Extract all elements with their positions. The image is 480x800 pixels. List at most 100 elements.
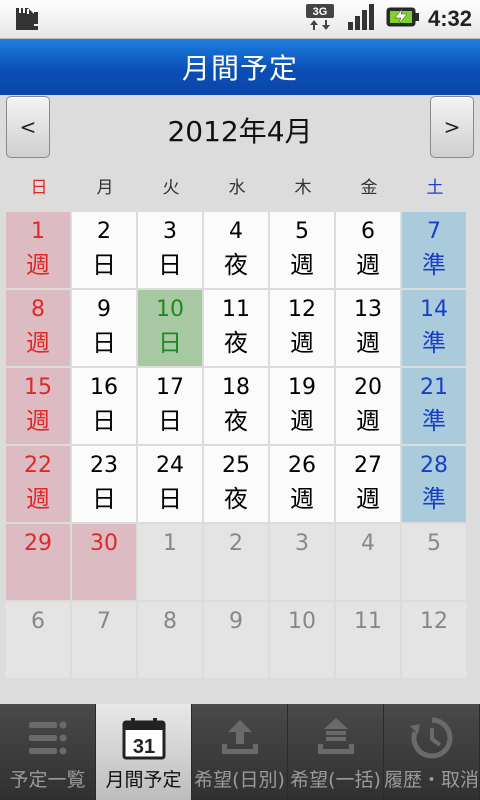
day-cell-next-month[interactable]: 6 [6, 602, 70, 678]
day-cell[interactable]: 21 準 [402, 368, 466, 444]
day-number: 8 [163, 609, 177, 634]
weekday-sat: 土 [426, 178, 444, 198]
day-number: 11 [222, 297, 250, 322]
day-cell-next-month[interactable]: 4 [336, 524, 400, 600]
day-cell[interactable]: 19 週 [270, 368, 334, 444]
shift-label: 日 [158, 407, 182, 435]
day-cell-next-month[interactable]: 10 [270, 602, 334, 678]
day-cell[interactable]: 17 日 [138, 368, 202, 444]
day-cell[interactable]: 25 夜 [204, 446, 268, 522]
day-cell-next-month[interactable]: 5 [402, 524, 466, 600]
tab-label: 予定一覧 [9, 769, 86, 791]
day-cell-next-month[interactable]: 7 [72, 602, 136, 678]
upload-icon [221, 720, 258, 754]
day-cell[interactable]: 27 週 [336, 446, 400, 522]
calendar-grid: 1週 2日 3日 4夜 5週 6週 7準 8週 9日 10 日 11 夜 12 週 1… [6, 212, 468, 678]
shift-label: 日 [92, 407, 116, 435]
shift-label: 夜 [224, 329, 248, 357]
day-cell[interactable]: 13 週 [336, 290, 400, 366]
day-cell[interactable]: 6週 [336, 212, 400, 288]
day-cell[interactable]: 26 週 [270, 446, 334, 522]
day-cell[interactable]: 16 日 [72, 368, 136, 444]
day-number: 25 [222, 453, 250, 478]
weekday-thu: 木 [294, 178, 312, 198]
shift-label: 週 [26, 329, 50, 357]
list-icon [28, 721, 66, 755]
day-cell[interactable]: 20 週 [336, 368, 400, 444]
day-number: 5 [295, 219, 309, 244]
day-number: 15 [24, 375, 52, 400]
shift-label: 日 [92, 485, 116, 513]
day-cell[interactable]: 18 夜 [204, 368, 268, 444]
shift-label: 週 [356, 407, 380, 435]
day-number: 27 [354, 453, 382, 478]
tab-monthly-schedule[interactable]: 31 月間予定 [96, 704, 192, 800]
day-cell-next-month[interactable]: 3 [270, 524, 334, 600]
day-number: 3 [163, 219, 177, 244]
day-number: 10 [156, 297, 184, 322]
day-number: 3 [295, 531, 309, 556]
tab-request-bulk[interactable]: 希望(一括) [288, 704, 384, 800]
shift-label: 夜 [224, 407, 248, 435]
shift-label: 週 [26, 407, 50, 435]
tab-schedule-list[interactable]: 予定一覧 [0, 704, 96, 800]
day-cell[interactable]: 3日 [138, 212, 202, 288]
shift-label: 準 [422, 251, 446, 279]
bottom-tab-bar: 予定一覧 31 月間予定 希望(日別) 希望(一括) 履歴・取消 [0, 704, 480, 800]
day-number: 7 [427, 219, 441, 244]
shift-label: 日 [158, 329, 182, 357]
tab-history-cancel[interactable]: 履歴・取消 [384, 704, 480, 800]
day-cell-next-month[interactable]: 11 [336, 602, 400, 678]
day-cell-next-month[interactable]: 1 [138, 524, 202, 600]
shift-label: 日 [158, 485, 182, 513]
day-cell[interactable]: 9日 [72, 290, 136, 366]
day-cell[interactable]: 8週 [6, 290, 70, 366]
weekday-wed: 水 [228, 178, 246, 198]
day-cell[interactable]: 11 夜 [204, 290, 268, 366]
day-number: 6 [361, 219, 375, 244]
day-number: 19 [288, 375, 316, 400]
day-cell[interactable]: 12 週 [270, 290, 334, 366]
day-cell-next-month[interactable]: 9 [204, 602, 268, 678]
day-number: 26 [288, 453, 316, 478]
battery-charging-icon [386, 5, 420, 33]
day-number: 12 [288, 297, 316, 322]
day-cell[interactable]: 15 週 [6, 368, 70, 444]
shift-label: 週 [356, 329, 380, 357]
day-cell[interactable]: 5週 [270, 212, 334, 288]
day-number: 30 [90, 531, 118, 556]
day-cell-next-month[interactable]: 8 [138, 602, 202, 678]
day-number: 11 [354, 609, 382, 634]
day-number: 29 [24, 531, 52, 556]
day-cell[interactable]: 2日 [72, 212, 136, 288]
shift-label: 週 [26, 485, 50, 513]
3g-icon: 3G [304, 2, 338, 36]
shift-label: 週 [290, 407, 314, 435]
day-number: 4 [361, 531, 375, 556]
day-cell-today[interactable]: 10 日 [138, 290, 202, 366]
day-cell[interactable]: 24 日 [138, 446, 202, 522]
day-cell[interactable]: 22 週 [6, 446, 70, 522]
day-number: 17 [156, 375, 184, 400]
day-number: 28 [420, 453, 448, 478]
day-number: 21 [420, 375, 448, 400]
clock: 4:32 [427, 6, 472, 31]
tab-request-daily[interactable]: 希望(日別) [192, 704, 288, 800]
day-cell[interactable]: 14 準 [402, 290, 466, 366]
day-cell-next-month[interactable]: 2 [204, 524, 268, 600]
day-number: 4 [229, 219, 243, 244]
shift-label: 準 [422, 485, 446, 513]
day-cell[interactable]: 28 準 [402, 446, 466, 522]
next-month-button[interactable]: > [430, 96, 474, 158]
day-cell[interactable]: 30 [72, 524, 136, 600]
day-number: 16 [90, 375, 118, 400]
day-cell[interactable]: 29 [6, 524, 70, 600]
weekday-tue: 火 [162, 178, 180, 198]
day-cell[interactable]: 23 日 [72, 446, 136, 522]
day-cell[interactable]: 7準 [402, 212, 466, 288]
day-cell[interactable]: 1週 [6, 212, 70, 288]
day-cell[interactable]: 4夜 [204, 212, 268, 288]
day-cell-next-month[interactable]: 12 [402, 602, 466, 678]
day-number: 18 [222, 375, 250, 400]
history-icon [409, 717, 452, 759]
